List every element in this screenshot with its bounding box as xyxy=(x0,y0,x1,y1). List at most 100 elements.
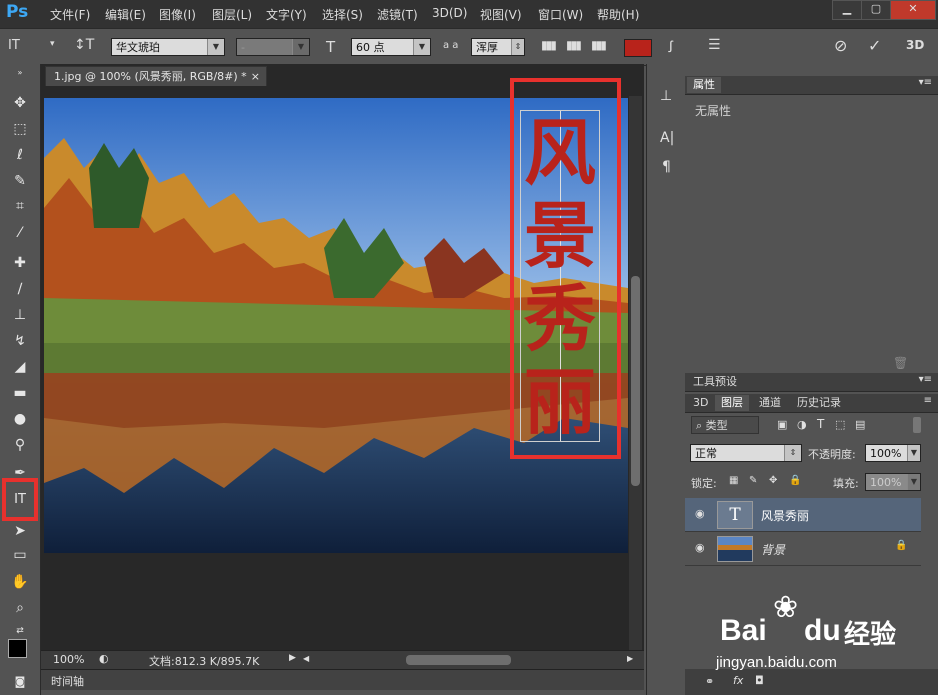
font-style-select[interactable]: - ▼ xyxy=(236,38,310,56)
filter-image-icon[interactable]: ▣ xyxy=(777,418,787,431)
tab-history[interactable]: 历史记录 xyxy=(791,395,847,411)
filter-toggle[interactable] xyxy=(913,417,921,433)
panel-menu-icon[interactable]: ≡ xyxy=(924,395,932,406)
panel-menu-icon[interactable]: ▾≡ xyxy=(919,77,932,88)
menu-view[interactable]: 视图(V) xyxy=(480,6,522,23)
maximize-button[interactable]: ▢ xyxy=(861,0,891,20)
timeline-bar: 时间轴 xyxy=(41,669,644,690)
timeline-label[interactable]: 时间轴 xyxy=(51,673,84,689)
scrollbar-thumb[interactable] xyxy=(631,276,640,486)
clone-stamp-tool-icon[interactable]: ⊥ xyxy=(8,304,32,326)
chevron-updown-icon: ⇕ xyxy=(511,39,524,55)
panel-menu-icon[interactable]: ▾≡ xyxy=(919,374,932,385)
marquee-tool-icon[interactable]: ⬚ xyxy=(8,118,32,140)
tab-layers[interactable]: 图层 xyxy=(715,395,749,411)
commit-icon[interactable]: ✓ xyxy=(868,36,881,55)
scroll-right-icon[interactable]: ▶ xyxy=(627,654,633,663)
tab-3d[interactable]: 3D xyxy=(687,395,714,411)
lock-all-icon[interactable]: 🔒 xyxy=(789,475,801,486)
menu-layer[interactable]: 图层(L) xyxy=(212,6,252,23)
layers-panel-tabs: 3D 图层 通道 历史记录 ≡ xyxy=(685,394,938,413)
brush-tool-icon[interactable]: ∕ xyxy=(8,278,32,300)
eraser-tool-icon[interactable]: ◢ xyxy=(8,356,32,378)
text-color-swatch[interactable] xyxy=(624,39,652,57)
rectangle-tool-icon[interactable]: ▭ xyxy=(8,544,32,566)
layer-name[interactable]: 风景秀丽 xyxy=(761,507,809,524)
foreground-color-swatch[interactable] xyxy=(8,639,27,658)
text-orientation-icon[interactable]: ↕T xyxy=(74,37,94,53)
chevron-down-icon[interactable]: ▾ xyxy=(50,39,55,49)
antialias-select[interactable]: 浑厚 ⇕ xyxy=(471,38,525,56)
document-tab[interactable]: 1.jpg @ 100% (风景秀丽, RGB/8#) * × xyxy=(45,66,267,86)
collapse-icon[interactable]: » xyxy=(8,68,32,78)
align-center-icon[interactable]: ▮▮▮ xyxy=(566,38,582,52)
healing-brush-tool-icon[interactable]: ✚ xyxy=(8,252,32,274)
move-tool-icon[interactable]: ✥ xyxy=(8,92,32,114)
quick-select-tool-icon[interactable]: ✎ xyxy=(8,170,32,192)
zoom-tool-icon[interactable]: ⌕ xyxy=(8,597,32,619)
menu-type[interactable]: 文字(Y) xyxy=(266,6,307,23)
character-panel-icon[interactable]: ☰ xyxy=(708,37,721,53)
filter-type-icon[interactable]: T xyxy=(817,417,824,431)
menu-select[interactable]: 选择(S) xyxy=(322,6,363,23)
fill-field[interactable]: 100% ▼ xyxy=(865,473,921,491)
horizontal-scrollbar-thumb[interactable] xyxy=(406,655,511,665)
crop-tool-icon[interactable]: ⌗ xyxy=(8,195,32,217)
dodge-tool-icon[interactable]: ⚲ xyxy=(8,434,32,456)
status-icon[interactable]: ◐ xyxy=(99,652,109,665)
character-icon[interactable]: A| xyxy=(660,130,674,146)
blur-tool-icon[interactable]: ● xyxy=(8,408,32,430)
align-left-icon[interactable]: ▮▮▮ xyxy=(541,38,557,52)
gradient-tool-icon[interactable]: ▬ xyxy=(8,382,32,404)
lasso-tool-icon[interactable]: ℓ xyxy=(8,144,32,166)
font-size-select[interactable]: 60 点 ▼ xyxy=(351,38,431,56)
layer-name[interactable]: 背景 xyxy=(761,541,785,558)
menu-image[interactable]: 图像(I) xyxy=(159,6,196,23)
warp-text-icon[interactable]: ꭍ xyxy=(668,37,673,57)
play-arrow-icon[interactable]: ▶ xyxy=(289,653,296,663)
lock-pixels-icon[interactable]: ✎ xyxy=(749,475,757,486)
menu-window[interactable]: 窗口(W) xyxy=(538,6,583,23)
tool-presets-icon[interactable]: ⊥ xyxy=(660,88,672,104)
lock-position-icon[interactable]: ✥ xyxy=(769,475,777,486)
lock-transparency-icon[interactable]: ▦ xyxy=(729,475,738,486)
visibility-eye-icon[interactable]: ◉ xyxy=(695,507,705,520)
blend-mode-select[interactable]: 正常 ⇕ xyxy=(690,444,802,462)
scroll-left-icon[interactable]: ◀ xyxy=(303,654,309,663)
align-right-icon[interactable]: ▮▮▮ xyxy=(591,38,607,52)
menu-filter[interactable]: 滤镜(T) xyxy=(377,6,418,23)
filter-smart-icon[interactable]: ▤ xyxy=(855,418,865,431)
vertical-scrollbar[interactable] xyxy=(629,96,642,651)
menu-file[interactable]: 文件(F) xyxy=(50,6,90,23)
menu-help[interactable]: 帮助(H) xyxy=(597,6,639,23)
opacity-field[interactable]: 100% ▼ xyxy=(865,444,921,462)
watermark-brand2: 经验 xyxy=(844,620,897,650)
trash-icon[interactable]: 🗑 xyxy=(893,356,908,370)
antialias-value: 浑厚 xyxy=(476,41,498,54)
path-selection-tool-icon[interactable]: ➤ xyxy=(8,520,32,542)
filter-shape-icon[interactable]: ⬚ xyxy=(835,418,845,431)
quick-mask-icon[interactable]: ◙ xyxy=(8,671,32,693)
cancel-icon[interactable]: ⊘ xyxy=(834,36,847,55)
filter-adjust-icon[interactable]: ◑ xyxy=(797,418,807,431)
zoom-level[interactable]: 100% xyxy=(53,653,84,666)
hand-tool-icon[interactable]: ✋ xyxy=(8,571,32,593)
close-icon[interactable]: × xyxy=(251,67,260,87)
visibility-eye-icon[interactable]: ◉ xyxy=(695,541,705,554)
tab-channels[interactable]: 通道 xyxy=(753,395,787,411)
close-button[interactable]: ✕ xyxy=(890,0,936,20)
tool-presets-tab[interactable]: 工具预设 xyxy=(687,374,743,390)
history-brush-tool-icon[interactable]: ↯ xyxy=(8,330,32,352)
minimize-button[interactable]: ▁ xyxy=(832,0,862,20)
eyedropper-tool-icon[interactable]: ⁄ xyxy=(8,222,32,244)
layer-row-background[interactable]: ◉ 背景 🔒 xyxy=(685,532,921,566)
layer-row-text[interactable]: ◉ T 风景秀丽 xyxy=(685,498,921,532)
paragraph-icon[interactable]: ¶ xyxy=(662,159,671,175)
type-tool-preset-icon[interactable]: IT xyxy=(8,38,20,53)
properties-tab[interactable]: 属性 xyxy=(687,77,721,93)
3d-button[interactable]: 3D xyxy=(906,38,924,52)
layer-filter-select[interactable]: ⌕ 类型 xyxy=(691,416,759,434)
menu-edit[interactable]: 编辑(E) xyxy=(105,6,146,23)
menu-3d[interactable]: 3D(D) xyxy=(432,6,467,20)
font-family-select[interactable]: 华文琥珀 ▼ xyxy=(111,38,225,56)
